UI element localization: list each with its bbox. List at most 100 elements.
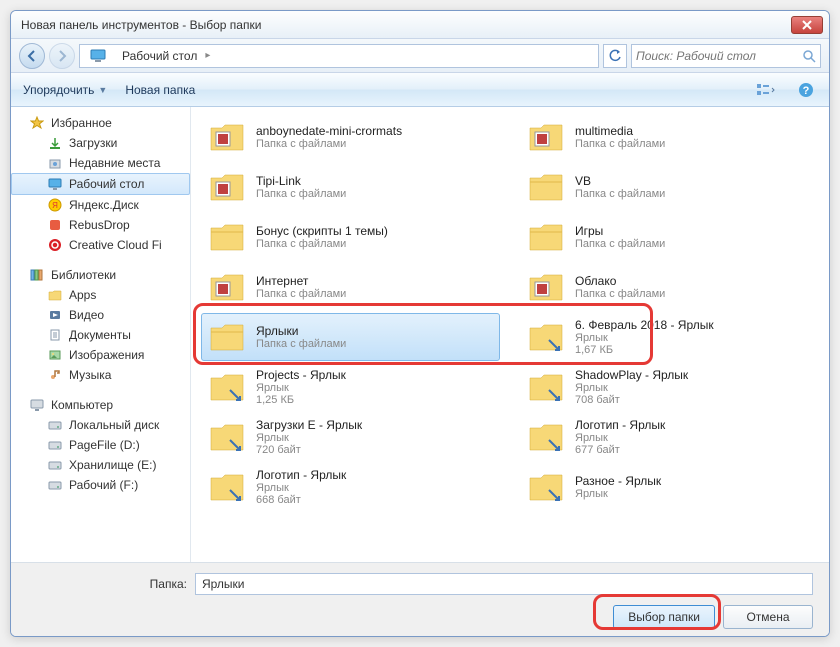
folder-icon bbox=[208, 118, 246, 156]
help-button[interactable]: ? bbox=[795, 79, 817, 101]
file-name: 6. Февраль 2018 - Ярлык bbox=[575, 318, 812, 332]
sidebar-item[interactable]: Изображения bbox=[11, 345, 190, 365]
tree-icon bbox=[47, 237, 63, 253]
file-name: Интернет bbox=[256, 274, 493, 288]
file-size: 677 байт bbox=[575, 444, 812, 456]
file-item[interactable]: ЯрлыкиПапка с файлами bbox=[201, 313, 500, 361]
file-size: 668 байт bbox=[256, 494, 493, 506]
file-name: Облако bbox=[575, 274, 812, 288]
file-item[interactable]: ИгрыПапка с файлами bbox=[520, 213, 819, 261]
sidebar-computer-header[interactable]: Компьютер bbox=[11, 395, 190, 415]
file-item[interactable]: ИнтернетПапка с файлами bbox=[201, 263, 500, 311]
breadcrumb-desktop-icon[interactable] bbox=[82, 45, 114, 67]
sidebar-item[interactable]: Creative Cloud Fi bbox=[11, 235, 190, 255]
tree-icon bbox=[47, 307, 63, 323]
file-item[interactable]: VBПапка с файлами bbox=[520, 163, 819, 211]
sidebar-item[interactable]: Apps bbox=[11, 285, 190, 305]
tree-icon bbox=[47, 457, 63, 473]
libraries-icon bbox=[29, 267, 45, 283]
sidebar-item[interactable]: Загрузки bbox=[11, 133, 190, 153]
file-name: Разное - Ярлык bbox=[575, 474, 812, 488]
sidebar-item-label: PageFile (D:) bbox=[69, 438, 140, 452]
organize-menu[interactable]: Упорядочить ▼ bbox=[23, 83, 107, 97]
window-title: Новая панель инструментов - Выбор папки bbox=[17, 18, 791, 32]
file-item[interactable]: 6. Февраль 2018 - ЯрлыкЯрлык1,67 КБ bbox=[520, 313, 819, 361]
toolbar: Упорядочить ▼ Новая папка ? bbox=[11, 73, 829, 107]
sidebar-item[interactable]: Музыка bbox=[11, 365, 190, 385]
file-type: Папка с файлами bbox=[575, 238, 812, 250]
sidebar-item-label: Apps bbox=[69, 288, 96, 302]
view-button[interactable] bbox=[755, 79, 777, 101]
sidebar-item-label: Музыка bbox=[69, 368, 111, 382]
file-type: Ярлык bbox=[256, 482, 493, 494]
file-item[interactable]: Tipi-LinkПапка с файлами bbox=[201, 163, 500, 211]
sidebar-item-label: Рабочий стол bbox=[69, 177, 144, 191]
file-type: Ярлык bbox=[256, 382, 493, 394]
file-item[interactable]: Разное - ЯрлыкЯрлык bbox=[520, 463, 819, 511]
breadcrumb[interactable]: Рабочий стол ▸ bbox=[79, 44, 599, 68]
select-folder-button[interactable]: Выбор папки bbox=[613, 605, 715, 629]
tree-icon bbox=[47, 327, 63, 343]
sidebar-item-label: Яндекс.Диск bbox=[69, 198, 139, 212]
file-name: Ярлыки bbox=[256, 324, 493, 338]
file-item[interactable]: ОблакоПапка с файлами bbox=[520, 263, 819, 311]
file-name: Бонус (скрипты 1 темы) bbox=[256, 224, 493, 238]
sidebar-item[interactable]: ЯЯндекс.Диск bbox=[11, 195, 190, 215]
file-type: Ярлык bbox=[575, 332, 812, 344]
search-box[interactable] bbox=[631, 44, 821, 68]
title-bar: Новая панель инструментов - Выбор папки bbox=[11, 11, 829, 39]
folder-icon bbox=[208, 468, 246, 506]
folder-name-input[interactable] bbox=[195, 573, 813, 595]
sidebar-item[interactable]: Рабочий (F:) bbox=[11, 475, 190, 495]
cancel-button[interactable]: Отмена bbox=[723, 605, 813, 629]
sidebar-item[interactable]: Видео bbox=[11, 305, 190, 325]
file-pane[interactable]: anboynedate-mini-crormatsПапка с файлами… bbox=[191, 107, 829, 562]
file-item[interactable]: ShadowPlay - ЯрлыкЯрлык708 байт bbox=[520, 363, 819, 411]
help-icon: ? bbox=[798, 82, 814, 98]
file-name: Загрузки Е - Ярлык bbox=[256, 418, 493, 432]
tree-icon bbox=[47, 176, 63, 192]
file-item[interactable]: Загрузки Е - ЯрлыкЯрлык720 байт bbox=[201, 413, 500, 461]
close-button[interactable] bbox=[791, 16, 823, 34]
sidebar-item[interactable]: Локальный диск bbox=[11, 415, 190, 435]
file-type: Папка с файлами bbox=[575, 188, 812, 200]
sidebar-item[interactable]: Хранилище (E:) bbox=[11, 455, 190, 475]
sidebar-item-label: Видео bbox=[69, 308, 104, 322]
file-item[interactable]: Логотип - ЯрлыкЯрлык677 байт bbox=[520, 413, 819, 461]
tree-icon bbox=[47, 135, 63, 151]
star-icon bbox=[29, 115, 45, 131]
forward-arrow-icon bbox=[55, 49, 69, 63]
file-size: 1,67 КБ bbox=[575, 344, 812, 356]
folder-icon bbox=[527, 168, 565, 206]
breadcrumb-segment[interactable]: Рабочий стол bbox=[114, 45, 205, 67]
file-item[interactable]: Projects - ЯрлыкЯрлык1,25 КБ bbox=[201, 363, 500, 411]
file-name: multimedia bbox=[575, 124, 812, 138]
file-item[interactable]: multimediaПапка с файлами bbox=[520, 113, 819, 161]
forward-button[interactable] bbox=[49, 43, 75, 69]
search-input[interactable] bbox=[636, 49, 802, 63]
sidebar-item[interactable]: Недавние места bbox=[11, 153, 190, 173]
sidebar-favorites-header[interactable]: Избранное bbox=[11, 113, 190, 133]
folder-icon bbox=[527, 418, 565, 456]
file-item[interactable]: anboynedate-mini-crormatsПапка с файлами bbox=[201, 113, 500, 161]
sidebar-item[interactable]: Документы bbox=[11, 325, 190, 345]
sidebar-libraries-header[interactable]: Библиотеки bbox=[11, 265, 190, 285]
tree-icon bbox=[47, 417, 63, 433]
file-size: 1,25 КБ bbox=[256, 394, 493, 406]
folder-field-label: Папка: bbox=[27, 577, 187, 591]
sidebar-item-label: RebusDrop bbox=[69, 218, 130, 232]
file-type: Ярлык bbox=[575, 488, 812, 500]
folder-icon bbox=[527, 118, 565, 156]
file-name: Логотип - Ярлык bbox=[256, 468, 493, 482]
file-name: Tipi-Link bbox=[256, 174, 493, 188]
refresh-button[interactable] bbox=[603, 44, 627, 68]
sidebar-item[interactable]: RebusDrop bbox=[11, 215, 190, 235]
file-item[interactable]: Бонус (скрипты 1 темы)Папка с файлами bbox=[201, 213, 500, 261]
sidebar-item[interactable]: PageFile (D:) bbox=[11, 435, 190, 455]
file-item[interactable]: Логотип - ЯрлыкЯрлык668 байт bbox=[201, 463, 500, 511]
new-folder-button[interactable]: Новая папка bbox=[125, 83, 195, 97]
sidebar-item[interactable]: Рабочий стол bbox=[11, 173, 190, 195]
file-type: Папка с файлами bbox=[256, 188, 493, 200]
folder-icon bbox=[208, 268, 246, 306]
back-button[interactable] bbox=[19, 43, 45, 69]
